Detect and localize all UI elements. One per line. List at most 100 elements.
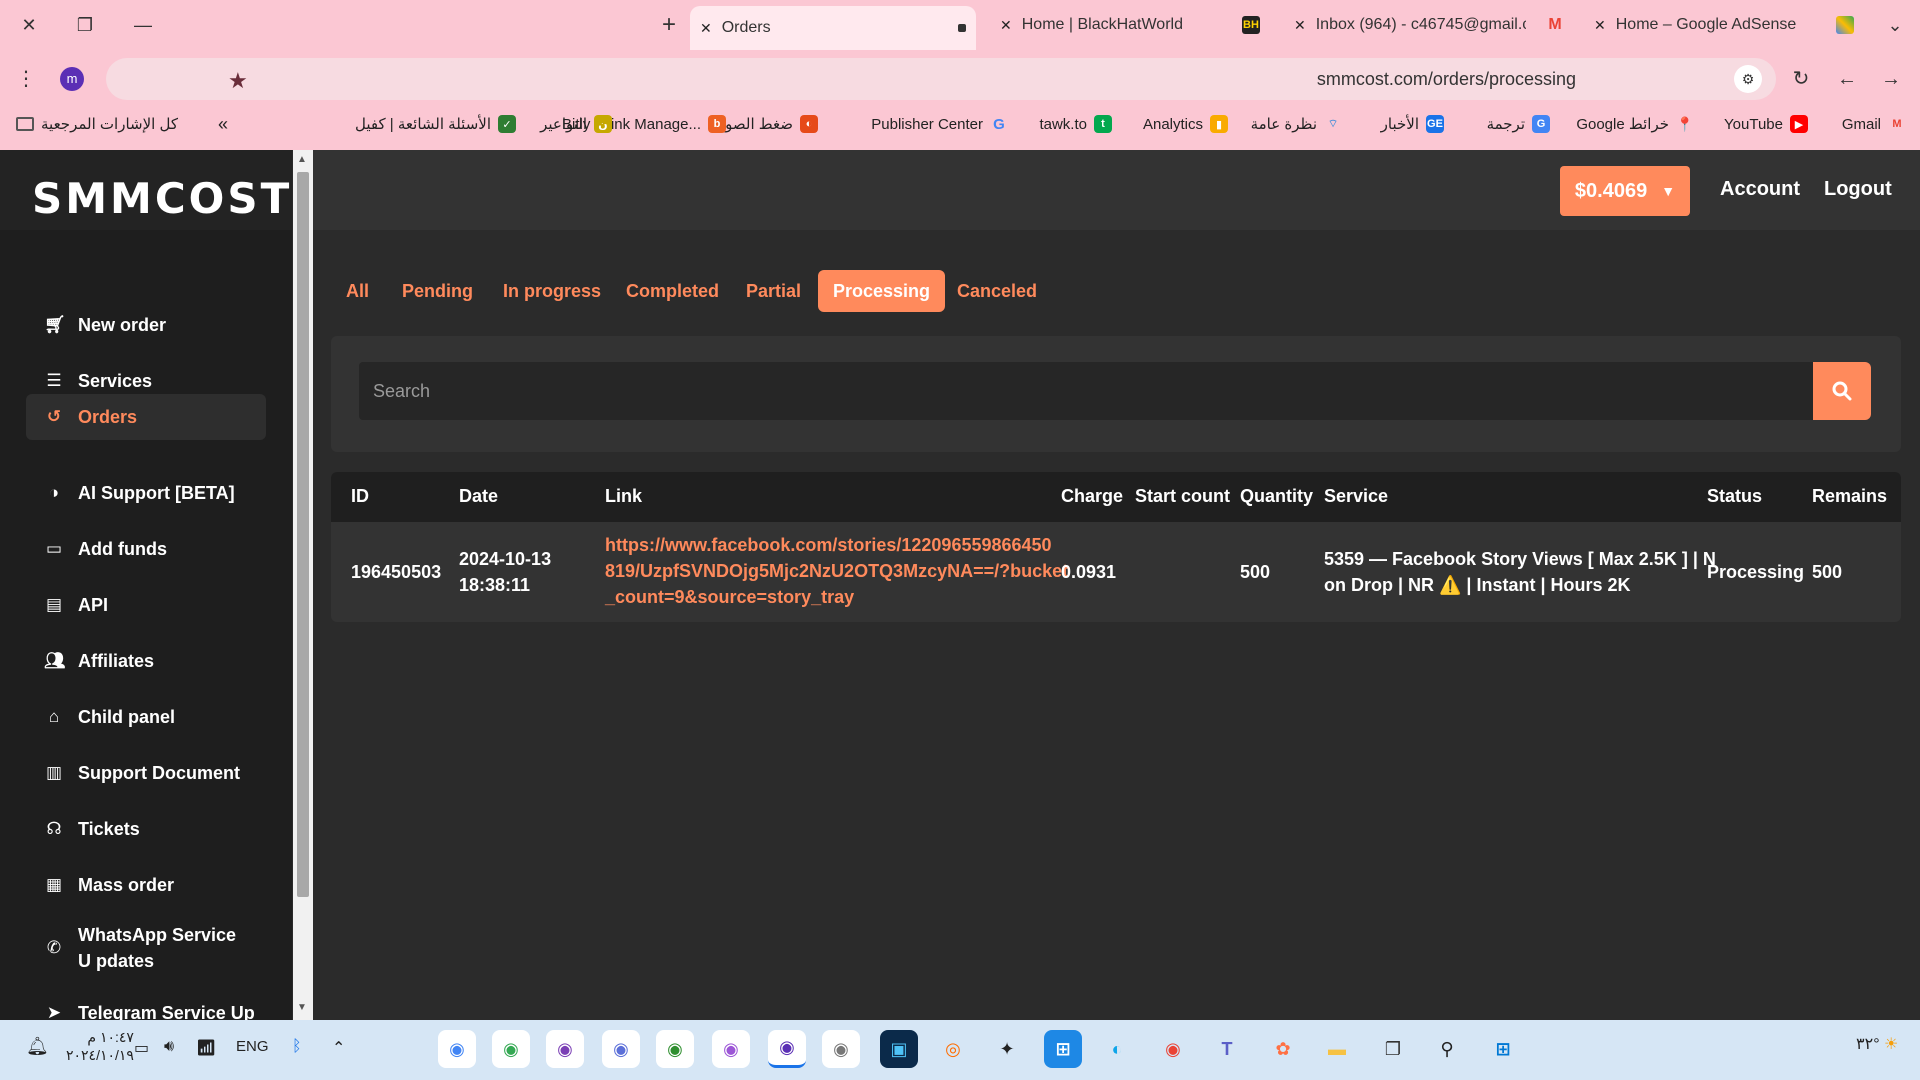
app-icon[interactable]: ▣ [880,1030,918,1068]
battery-icon[interactable]: ▭ [134,1038,149,1058]
bookmark-overview[interactable]: نظرة عامة ⌔ [1251,115,1342,133]
more-bookmarks-icon[interactable]: « [218,114,228,135]
close-tab-icon[interactable]: ✕ [1294,17,1306,34]
order-link[interactable]: https://www.facebook.com/stories/1220965… [605,532,1068,610]
file-explorer-icon[interactable]: ▬ [1318,1030,1356,1068]
sidebar-item-add-funds[interactable]: ▭ Add funds [26,526,266,572]
order-link-line[interactable]: _count=9&source=story_tray [605,584,1068,610]
volume-icon[interactable]: 🔊︎ [164,1038,174,1056]
balance-dropdown[interactable]: $0.4069 ▼ [1560,166,1690,216]
scrollbar-thumb[interactable] [297,172,309,897]
sidebar-item-ai-support[interactable]: ◑ AI Support [BETA] [26,470,266,516]
bookmark-nawaeer[interactable]: النواعير ن [540,115,612,133]
tab-adsense[interactable]: ✕ Home – Google AdSense [1584,6,1864,44]
tab-search-chevron-icon[interactable]: ⌄ [1878,8,1912,42]
close-tab-icon[interactable]: ✕ [700,20,712,37]
site-settings-icon[interactable]: ⚙ [1734,65,1762,93]
url-text[interactable]: smmcost.com/orders/processing [1317,69,1576,90]
windows-start-icon[interactable]: ⊞ [1484,1030,1522,1068]
tab-canceled[interactable]: Canceled [942,270,1052,312]
sidebar-scrollbar[interactable]: ▲ ▼ [293,150,313,1020]
new-tab-button[interactable]: + [652,8,686,42]
tab-orders[interactable]: ✕ Orders [690,6,976,50]
logout-link[interactable]: Logout [1824,178,1892,201]
sidebar-item-child-panel[interactable]: ⌂ Child panel [26,694,266,740]
bookmark-analytics[interactable]: Analytics ▮ [1143,115,1228,133]
tab-gmail-inbox[interactable]: ✕ Inbox (964) - c46745@gmail.co M [1284,6,1574,44]
sidebar-item-support-document[interactable]: ▥ Support Document [26,750,266,796]
chrome-profile-icon[interactable]: ◉ [712,1030,750,1068]
task-view-icon[interactable]: ❐ [1374,1030,1412,1068]
bookmark-label: Gmail [1841,115,1881,133]
sun-icon: ☀ [1884,1036,1899,1053]
teams-icon[interactable]: T [1208,1030,1246,1068]
address-bar[interactable]: ★ smmcost.com/orders/processing [106,58,1776,100]
tab-partial[interactable]: Partial [731,270,816,312]
sidebar-item-telegram-updates[interactable]: ➤ Telegram Service Up [26,990,266,1020]
bookmark-star-icon[interactable]: ★ [228,68,248,94]
close-window-icon[interactable]: ✕ [12,8,46,42]
tab-blackhatworld[interactable]: ✕ Home | BlackHatWorld BH [990,6,1270,44]
chrome-profile-icon[interactable]: ◉ [546,1030,584,1068]
bookmark-maps[interactable]: Google خرائط 📍 [1576,115,1694,134]
copilot-icon[interactable]: ✿ [1264,1030,1302,1068]
edge-icon[interactable]: ◐ [1098,1030,1136,1068]
back-icon[interactable]: ← [1830,62,1864,96]
firefox-icon[interactable]: ◎ [934,1030,972,1068]
bookmark-gmail[interactable]: Gmail M [1842,115,1906,133]
tab-processing[interactable]: Processing [818,270,946,312]
clock[interactable]: ١٠:٤٧ م ٢٠٢٤/١٠/١٩ [66,1028,134,1064]
wifi-icon[interactable]: 📶︎ [196,1038,216,1058]
sidebar-item-tickets[interactable]: ☊ Tickets [26,806,266,852]
sidebar-item-affiliates[interactable]: 👥︎ Affiliates [26,638,266,684]
account-link[interactable]: Account [1720,178,1800,201]
show-hidden-icons-chevron-icon[interactable]: ⌃ [332,1038,345,1058]
brand-logo[interactable]: SMMCOST [32,174,292,223]
reload-icon[interactable]: ↻ [1784,62,1818,96]
tab-completed[interactable]: Completed [611,270,734,312]
notifications-bell-icon[interactable]: 🔔︎ [26,1036,49,1057]
bluetooth-icon[interactable]: ᛒ [292,1038,302,1056]
chrome-icon[interactable]: ◉ [1154,1030,1192,1068]
sidebar-item-orders[interactable]: ↺ Orders [26,394,266,440]
sidebar-item-new-order[interactable]: 🛒︎ New order [26,302,266,348]
search-button[interactable] [1813,362,1871,420]
dropbox-icon[interactable]: ✦ [988,1030,1026,1068]
tab-all[interactable]: All [331,270,384,312]
scroll-up-icon[interactable]: ▲ [297,154,307,165]
tab-pending[interactable]: Pending [387,270,488,312]
minimize-window-icon[interactable]: — [126,8,160,42]
sidebar-item-api[interactable]: ▤ API [26,582,266,628]
profile-avatar[interactable]: m [60,67,84,91]
bookmark-publisher-center[interactable]: Publisher Center G [871,115,1008,133]
order-link-line[interactable]: https://www.facebook.com/stories/1220965… [605,532,1068,558]
close-tab-icon[interactable]: ✕ [1000,17,1012,34]
restore-window-icon[interactable]: ❐ [68,8,102,42]
search-icon[interactable]: ⚲ [1428,1030,1466,1068]
bookmark-compress-image[interactable]: ضغط الصورة ◐ [710,115,818,133]
chrome-profile-icon[interactable]: ◉ [492,1030,530,1068]
scroll-down-icon[interactable]: ▼ [297,1002,307,1013]
weather-widget[interactable]: ٣٢° ☀ [1856,1034,1898,1054]
forward-icon[interactable]: → [1874,62,1908,96]
bookmark-kafeel-faq[interactable]: الأسئلة الشائعة | كفيل ✓ [355,115,516,133]
bookmark-news[interactable]: الأخبار GE [1381,115,1444,133]
search-input[interactable]: Search [359,362,1815,420]
bookmark-all-bookmarks[interactable]: كل الإشارات المرجعية [16,115,178,133]
language-indicator[interactable]: ENG [236,1038,269,1055]
bookmark-translate[interactable]: ترجمة G [1487,115,1550,133]
close-tab-icon[interactable]: ✕ [1594,17,1606,34]
tab-in-progress[interactable]: In progress [488,270,616,312]
bookmark-tawkto[interactable]: tawk.to t [1039,115,1112,133]
chrome-profile-icon[interactable]: ◉ [656,1030,694,1068]
bookmark-youtube[interactable]: YouTube ▶ [1724,115,1808,133]
chrome-profile-icon[interactable]: ◉ [768,1030,806,1068]
store-icon[interactable]: ⊞ [1044,1030,1082,1068]
menu-kebab-icon[interactable]: ⋮ [16,66,36,91]
sidebar-item-whatsapp-updates[interactable]: ✆ WhatsApp Service U pdates [26,918,266,978]
chrome-profile-icon[interactable]: ◉ [602,1030,640,1068]
chrome-profile-icon[interactable]: ◉ [822,1030,860,1068]
sidebar-item-mass-order[interactable]: ▦ Mass order [26,862,266,908]
chrome-profile-icon[interactable]: ◉ [438,1030,476,1068]
order-link-line[interactable]: 819/UzpfSVNDOjg5Mjc2NzU2OTQ3MzcyNA==/?bu… [605,558,1068,584]
